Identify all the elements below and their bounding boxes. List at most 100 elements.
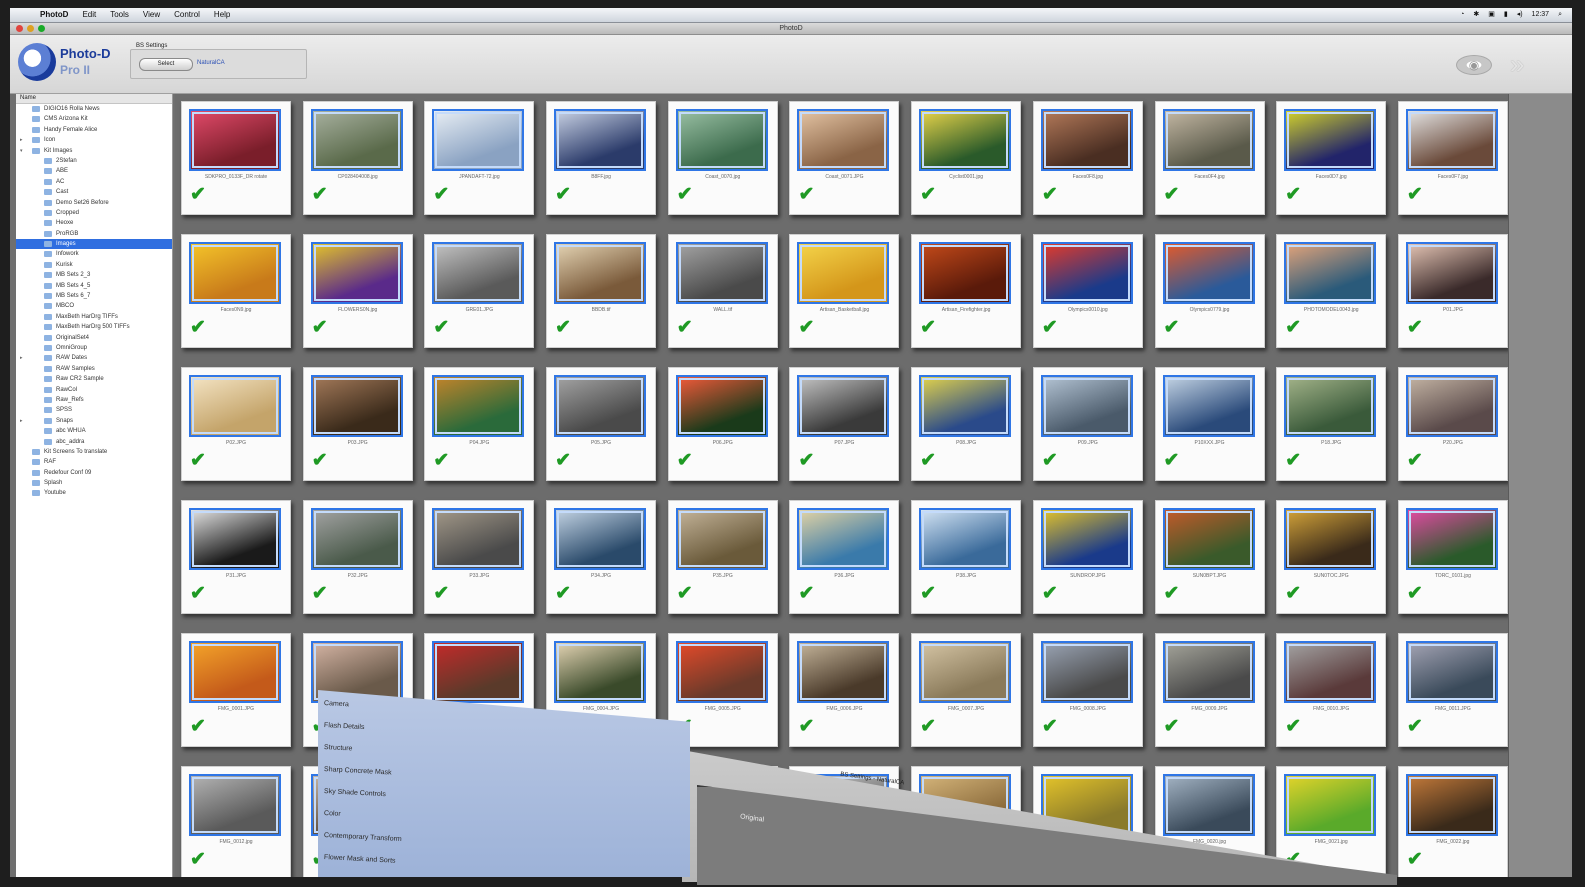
checkmark-icon[interactable]: ✔ bbox=[1042, 716, 1058, 738]
thumbnail-card[interactable]: P20.JPG ✔ bbox=[1397, 367, 1508, 481]
menu-app-name[interactable]: PhotoD bbox=[40, 8, 68, 22]
close-icon[interactable] bbox=[16, 25, 23, 32]
checkmark-icon[interactable]: ✔ bbox=[677, 450, 693, 472]
thumbnail-card[interactable]: P03.JPG ✔ bbox=[302, 367, 413, 481]
thumbnail-card[interactable]: P07.JPG ✔ bbox=[789, 367, 900, 481]
sidebar-folder-item[interactable]: DIGIO16 Rolla News bbox=[16, 104, 172, 114]
thumbnail-image[interactable] bbox=[1162, 508, 1255, 570]
settings-category-item[interactable]: Sharp Concrete Mask bbox=[324, 766, 392, 777]
thumbnail-card[interactable]: FMG_0007.JPG ✔ bbox=[911, 633, 1022, 747]
checkmark-icon[interactable]: ✔ bbox=[1285, 716, 1301, 738]
thumbnail-image[interactable] bbox=[797, 641, 890, 703]
spotlight-icon[interactable]: ⌕ bbox=[1558, 8, 1562, 22]
sidebar-folder-item[interactable]: MaxBeth HarDrg TIFFs bbox=[16, 312, 172, 322]
thumbnail-card[interactable]: SUN0BPT.JPG ✔ bbox=[1154, 500, 1265, 614]
thumbnail-card[interactable]: BBDB.tif ✔ bbox=[546, 234, 657, 348]
thumbnail-card[interactable]: WALL.tif ✔ bbox=[667, 234, 778, 348]
thumbnail-image[interactable] bbox=[432, 375, 525, 437]
thumbnail-image[interactable] bbox=[1405, 375, 1498, 437]
sidebar-folder-item[interactable]: MBCO bbox=[16, 301, 172, 311]
menu-control[interactable]: Control bbox=[174, 8, 200, 22]
sidebar-folder-item[interactable]: MB Sets 4_5 bbox=[16, 281, 172, 291]
thumbnail-card[interactable]: Faces0F4.jpg ✔ bbox=[1154, 101, 1265, 215]
thumbnail-image[interactable] bbox=[675, 375, 768, 437]
process-forward-button[interactable]: » bbox=[1510, 51, 1550, 77]
thumbnail-card[interactable]: FMG_0010.JPG ✔ bbox=[1276, 633, 1387, 747]
thumbnail-card[interactable]: CP028404008.jpg ✔ bbox=[302, 101, 413, 215]
checkmark-icon[interactable]: ✔ bbox=[190, 583, 206, 605]
thumbnail-card[interactable]: Coast_0071.JPG ✔ bbox=[789, 101, 900, 215]
checkmark-icon[interactable]: ✔ bbox=[312, 583, 328, 605]
checkmark-icon[interactable]: ✔ bbox=[1407, 716, 1423, 738]
thumbnail-card[interactable]: JPANDAFT-72.jpg ✔ bbox=[424, 101, 535, 215]
checkmark-icon[interactable]: ✔ bbox=[1164, 716, 1180, 738]
thumbnail-image[interactable] bbox=[919, 109, 1012, 171]
thumbnail-card[interactable]: P01.JPG ✔ bbox=[1397, 234, 1508, 348]
checkmark-icon[interactable]: ✔ bbox=[1407, 450, 1423, 472]
thumbnail-card[interactable]: FMG_0001.JPG ✔ bbox=[181, 633, 291, 747]
sidebar-folder-item[interactable]: Heoxe bbox=[16, 218, 172, 228]
checkmark-icon[interactable]: ✔ bbox=[920, 583, 936, 605]
thumbnail-card[interactable]: FMG_0022.jpg ✔ bbox=[1397, 766, 1508, 877]
checkmark-icon[interactable]: ✔ bbox=[190, 716, 206, 738]
checkmark-icon[interactable]: ✔ bbox=[555, 583, 571, 605]
checkmark-icon[interactable]: ✔ bbox=[433, 450, 449, 472]
checkmark-icon[interactable]: ✔ bbox=[1407, 849, 1423, 871]
sidebar-folder-item[interactable]: ▸ Snaps bbox=[16, 416, 172, 426]
checkmark-icon[interactable]: ✔ bbox=[1164, 450, 1180, 472]
sidebar-folder-item[interactable]: Raw CR2 Sample bbox=[16, 374, 172, 384]
bluetooth-icon[interactable]: ✱ bbox=[1473, 8, 1479, 22]
sidebar-folder-item[interactable]: SPSS bbox=[16, 405, 172, 415]
thumbnail-image[interactable] bbox=[310, 109, 403, 171]
thumbnail-image[interactable] bbox=[1405, 774, 1498, 836]
thumbnail-image[interactable] bbox=[554, 242, 647, 304]
thumbnail-image[interactable] bbox=[797, 375, 890, 437]
thumbnail-card[interactable]: P05.JPG ✔ bbox=[546, 367, 657, 481]
preview-eye-button[interactable]: ◉ bbox=[1456, 55, 1492, 75]
thumbnail-image[interactable] bbox=[1405, 641, 1498, 703]
checkmark-icon[interactable]: ✔ bbox=[798, 583, 814, 605]
thumbnail-image[interactable] bbox=[675, 641, 768, 703]
checkmark-icon[interactable]: ✔ bbox=[1285, 184, 1301, 206]
checkmark-icon[interactable]: ✔ bbox=[1407, 184, 1423, 206]
checkmark-icon[interactable]: ✔ bbox=[677, 184, 693, 206]
zoom-icon[interactable] bbox=[38, 25, 45, 32]
checkmark-icon[interactable]: ✔ bbox=[798, 317, 814, 339]
checkmark-icon[interactable]: ✔ bbox=[1042, 450, 1058, 472]
thumbnail-card[interactable]: P09.JPG ✔ bbox=[1032, 367, 1143, 481]
thumbnail-image[interactable] bbox=[1284, 774, 1377, 836]
volume-icon[interactable]: ◂) bbox=[1517, 8, 1523, 22]
menu-edit[interactable]: Edit bbox=[82, 8, 96, 22]
sidebar-folder-item[interactable]: Demo Set26 Before bbox=[16, 198, 172, 208]
thumbnail-image[interactable] bbox=[1405, 508, 1498, 570]
thumbnail-image[interactable] bbox=[919, 242, 1012, 304]
thumbnail-card[interactable]: SDKPRO_0133F_DR rotate ✔ bbox=[181, 101, 291, 215]
thumbnail-card[interactable]: SUN0TOC.JPG ✔ bbox=[1276, 500, 1387, 614]
checkmark-icon[interactable]: ✔ bbox=[1164, 317, 1180, 339]
thumbnail-image[interactable] bbox=[797, 242, 890, 304]
thumbnail-image[interactable] bbox=[1405, 109, 1498, 171]
thumbnail-image[interactable] bbox=[310, 508, 403, 570]
sidebar-folder-item[interactable]: OriginalSet4 bbox=[16, 333, 172, 343]
checkmark-icon[interactable]: ✔ bbox=[433, 184, 449, 206]
menu-help[interactable]: Help bbox=[214, 8, 230, 22]
thumbnail-card[interactable]: P10XXX.JPG ✔ bbox=[1154, 367, 1265, 481]
thumbnail-card[interactable]: B8FF.jpg ✔ bbox=[546, 101, 657, 215]
checkmark-icon[interactable]: ✔ bbox=[555, 317, 571, 339]
thumbnail-card[interactable]: FMG_0009.JPG ✔ bbox=[1154, 633, 1265, 747]
thumbnail-image[interactable] bbox=[1284, 109, 1377, 171]
thumbnail-image[interactable] bbox=[189, 375, 281, 437]
checkmark-icon[interactable]: ✔ bbox=[1285, 317, 1301, 339]
thumbnail-card[interactable]: SUNDROP.JPG ✔ bbox=[1032, 500, 1143, 614]
thumbnail-image[interactable] bbox=[554, 375, 647, 437]
checkmark-icon[interactable]: ✔ bbox=[433, 317, 449, 339]
checkmark-icon[interactable]: ✔ bbox=[677, 317, 693, 339]
settings-category-item[interactable]: Contemporary Transform bbox=[324, 832, 402, 843]
thumbnail-image[interactable] bbox=[1162, 242, 1255, 304]
thumbnail-card[interactable]: GRE01.JPG ✔ bbox=[424, 234, 535, 348]
menu-view[interactable]: View bbox=[143, 8, 160, 22]
settings-category-item[interactable]: Camera bbox=[324, 700, 349, 708]
sidebar-folder-item[interactable]: RAF bbox=[16, 457, 172, 467]
thumbnail-image[interactable] bbox=[1405, 242, 1498, 304]
sidebar-folder-item[interactable]: ▸ Icon bbox=[16, 135, 172, 145]
